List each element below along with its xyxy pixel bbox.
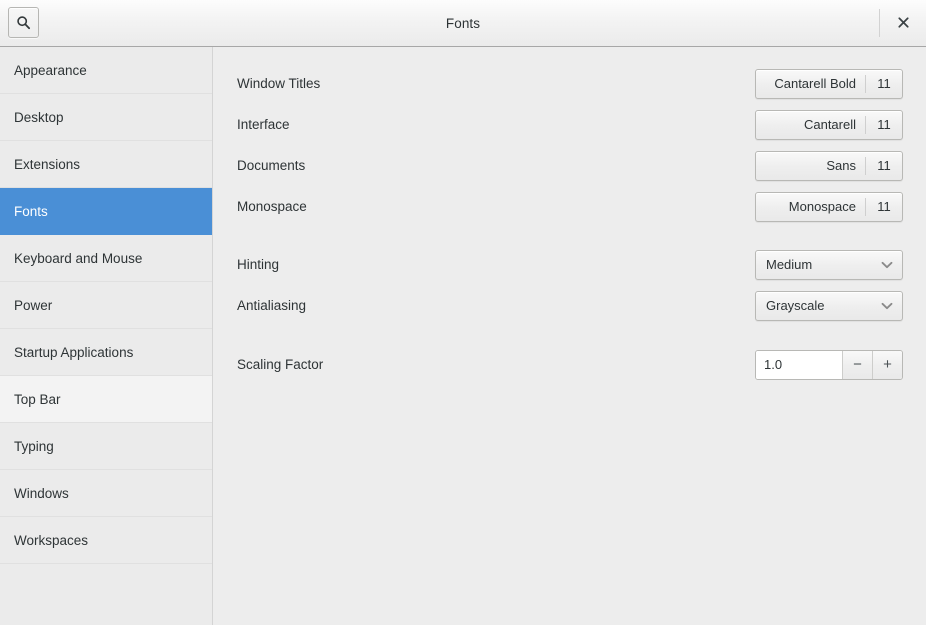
- sidebar-item-label: Keyboard and Mouse: [14, 250, 143, 266]
- close-icon: [897, 16, 909, 28]
- settings-rows: Window Titles Cantarell Bold 11 Interfac…: [213, 47, 926, 385]
- sidebar-item-top-bar[interactable]: Top Bar: [0, 376, 212, 423]
- row-monospace: Monospace Monospace 11: [237, 186, 903, 227]
- scaling-factor-stepper[interactable]: − +: [755, 349, 903, 380]
- sidebar-item-typing[interactable]: Typing: [0, 423, 212, 470]
- fonts-settings-panel: Window Titles Cantarell Bold 11 Interfac…: [213, 47, 926, 625]
- row-control-interface: Cantarell 11: [755, 109, 903, 140]
- row-label-monospace: Monospace: [237, 199, 307, 214]
- fonts-settings-window: Fonts Appearance Desktop Extensions Font…: [0, 0, 926, 625]
- chevron-down-icon: [880, 258, 894, 272]
- sidebar-item-label: Fonts: [14, 203, 48, 219]
- row-control-scaling-factor: − +: [755, 349, 903, 380]
- hinting-dropdown[interactable]: Medium: [755, 249, 903, 280]
- sidebar-item-extensions[interactable]: Extensions: [0, 141, 212, 188]
- row-control-window-titles: Cantarell Bold 11: [755, 68, 903, 99]
- scaling-factor-decrement-button[interactable]: −: [842, 350, 872, 379]
- sidebar-item-windows[interactable]: Windows: [0, 470, 212, 517]
- row-label-scaling-factor: Scaling Factor: [237, 357, 324, 372]
- row-label-hinting: Hinting: [237, 257, 280, 272]
- search-icon: [16, 15, 31, 30]
- font-size-interface: 11: [877, 117, 891, 132]
- row-scaling-factor: Scaling Factor − +: [237, 344, 903, 385]
- row-control-documents: Sans 11: [755, 150, 903, 181]
- settings-sidebar: Appearance Desktop Extensions Fonts Keyb…: [0, 47, 213, 625]
- row-label-window-titles: Window Titles: [237, 76, 321, 91]
- row-documents: Documents Sans 11: [237, 145, 903, 186]
- chevron-down-icon: [880, 299, 894, 313]
- hinting-value: Medium: [766, 257, 813, 272]
- sidebar-item-label: Appearance: [14, 62, 87, 78]
- header-bar: Fonts: [0, 0, 926, 47]
- sidebar-item-keyboard-and-mouse[interactable]: Keyboard and Mouse: [0, 235, 212, 282]
- sidebar-item-power[interactable]: Power: [0, 282, 212, 329]
- antialiasing-dropdown[interactable]: Grayscale: [755, 290, 903, 321]
- sidebar-item-label: Desktop: [14, 109, 64, 125]
- row-control-monospace: Monospace 11: [755, 191, 903, 222]
- header-separator: [879, 9, 880, 37]
- row-hinting: Hinting Medium: [237, 244, 903, 285]
- font-name-documents: Sans: [826, 158, 856, 173]
- font-button-window-titles[interactable]: Cantarell Bold 11: [755, 68, 903, 99]
- font-name-interface: Cantarell: [803, 117, 856, 132]
- sidebar-item-desktop[interactable]: Desktop: [0, 94, 212, 141]
- sidebar-item-workspaces[interactable]: Workspaces: [0, 517, 212, 564]
- scaling-factor-input[interactable]: [756, 350, 842, 379]
- row-label-interface: Interface: [237, 117, 290, 132]
- font-name-window-titles: Cantarell Bold: [774, 76, 856, 91]
- sidebar-item-startup-applications[interactable]: Startup Applications: [0, 329, 212, 376]
- sidebar-item-label: Workspaces: [14, 532, 89, 548]
- row-antialiasing: Antialiasing Grayscale: [237, 285, 903, 326]
- font-button-monospace[interactable]: Monospace 11: [755, 191, 903, 222]
- search-button[interactable]: [8, 7, 39, 38]
- window-title: Fonts: [445, 15, 481, 31]
- row-control-antialiasing: Grayscale: [755, 290, 903, 321]
- font-name-monospace: Monospace: [788, 199, 856, 214]
- window-body: Appearance Desktop Extensions Fonts Keyb…: [0, 47, 926, 625]
- sidebar-item-label: Typing: [14, 438, 54, 454]
- font-button-interface[interactable]: Cantarell 11: [755, 109, 903, 140]
- close-button[interactable]: [890, 9, 916, 35]
- font-button-documents[interactable]: Sans 11: [755, 150, 903, 181]
- sidebar-item-label: Windows: [14, 485, 69, 501]
- scaling-factor-increment-button[interactable]: +: [872, 350, 902, 379]
- sidebar-item-label: Power: [14, 297, 53, 313]
- antialiasing-value: Grayscale: [766, 298, 825, 313]
- row-control-hinting: Medium: [755, 249, 903, 280]
- sidebar-item-label: Startup Applications: [14, 344, 134, 360]
- sidebar-item-label: Top Bar: [14, 391, 61, 407]
- row-label-documents: Documents: [237, 158, 306, 173]
- font-size-window-titles: 11: [877, 76, 891, 91]
- row-label-antialiasing: Antialiasing: [237, 298, 307, 313]
- font-size-documents: 11: [877, 158, 891, 173]
- font-size-monospace: 11: [877, 199, 891, 214]
- sidebar-item-fonts[interactable]: Fonts: [0, 188, 212, 235]
- row-window-titles: Window Titles Cantarell Bold 11: [237, 63, 903, 104]
- sidebar-item-label: Extensions: [14, 156, 81, 172]
- row-interface: Interface Cantarell 11: [237, 104, 903, 145]
- sidebar-item-appearance[interactable]: Appearance: [0, 47, 212, 94]
